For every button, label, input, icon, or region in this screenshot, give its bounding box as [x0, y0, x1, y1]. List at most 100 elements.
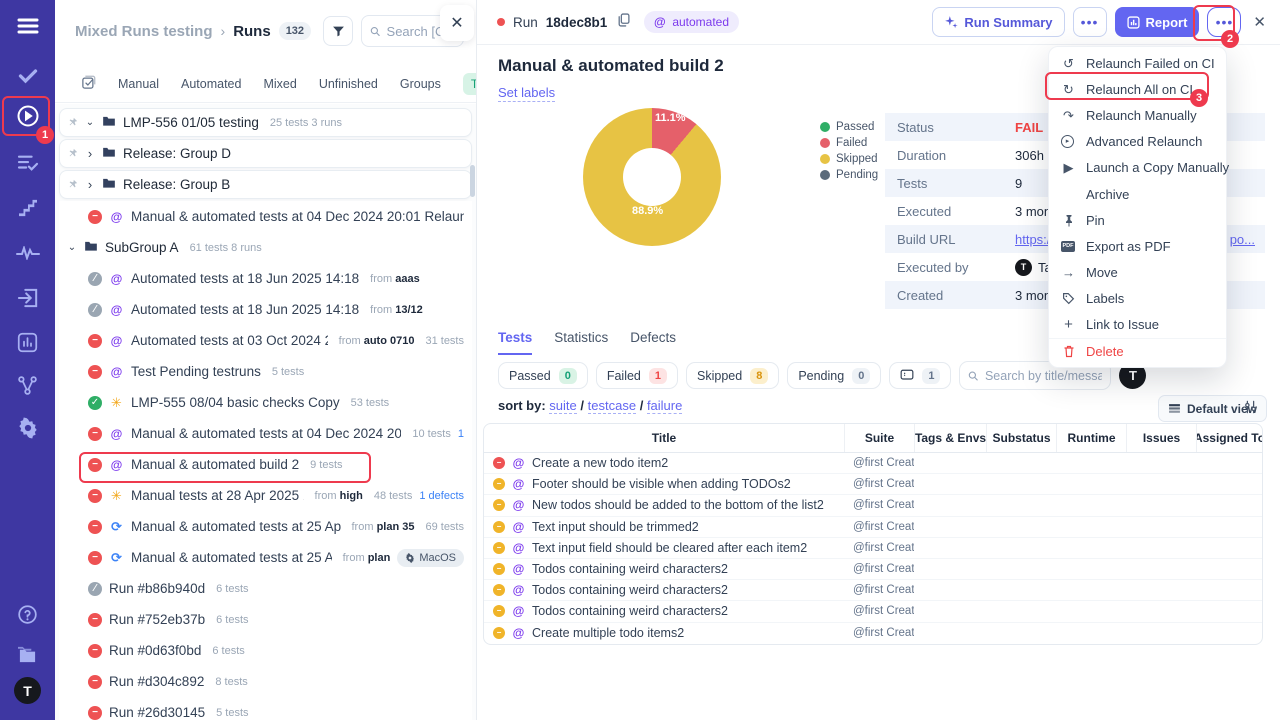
settings-gear-icon[interactable]	[0, 410, 55, 446]
analytics-chart-icon[interactable]	[0, 324, 55, 360]
run-list-item[interactable]: − Run #d304c892 8 tests	[59, 666, 472, 697]
menu-item-pin[interactable]: Pin	[1049, 207, 1226, 233]
test-plans-icon[interactable]	[0, 145, 55, 181]
test-row[interactable]: − @ Todos containing weird characters2 @fir…	[484, 580, 1262, 602]
breadcrumb-project[interactable]: Mixed Runs testing	[75, 23, 213, 40]
column-header-suite[interactable]: Suite	[844, 424, 914, 452]
run-list-item[interactable]: − @ Manual & automated build 2 9 tests	[59, 449, 472, 480]
menu-item-launch-a-copy-manually[interactable]: ▶ Launch a Copy Manually	[1049, 155, 1230, 181]
runs-list-scrollbar[interactable]	[470, 165, 475, 197]
run-defects-link[interactable]: 1	[458, 428, 464, 440]
test-row[interactable]: − @ Text input field should be cleared aft…	[484, 538, 1262, 559]
filter-chip-passed[interactable]: Passed 0	[498, 362, 588, 389]
run-list-item[interactable]: −@ Automated tests at 03 Oct 2024 20:25 fr…	[59, 325, 472, 356]
test-row[interactable]: − @ Todos containing weird characters2 @fir…	[484, 559, 1262, 581]
run-list-item[interactable]: ⁄ Run #b86b940d 6 tests	[59, 573, 472, 604]
run-list-item[interactable]: − @ Manual & automated tests at 04 Dec 202…	[59, 418, 472, 449]
run-list-item[interactable]: ⁄ @ Automated tests at 18 Jun 2025 14:18 fr…	[59, 294, 472, 325]
chevron-down-icon[interactable]: ⌄	[85, 117, 95, 128]
help-icon[interactable]	[0, 596, 55, 632]
run-list-item[interactable]: − Run #752eb37b 6 tests	[59, 604, 472, 635]
menu-item-archive[interactable]: Archive	[1049, 181, 1226, 207]
run-status-dot	[497, 18, 505, 26]
runs-tab-to[interactable]: To	[462, 73, 476, 95]
branches-icon[interactable]	[0, 367, 55, 403]
tab-statistics[interactable]: Statistics	[554, 330, 608, 355]
column-header-substatus[interactable]: Substatus	[986, 424, 1056, 452]
test-title: Create multiple todo items2	[532, 626, 685, 641]
menu-item-advanced-relaunch[interactable]: ▸ Advanced Relaunch	[1049, 129, 1226, 155]
filter-chip-skipped[interactable]: Skipped 8	[686, 362, 780, 389]
run-summary-button[interactable]: Run Summary	[932, 7, 1065, 37]
run-summary-more-button[interactable]: •••	[1072, 7, 1107, 37]
runs-tab-mixed[interactable]: Mixed	[263, 77, 296, 91]
tab-defects[interactable]: Defects	[630, 330, 676, 355]
report-button[interactable]: Report	[1114, 7, 1200, 37]
run-list-item[interactable]: −✳ Manual tests at 28 Apr 2025 16:50 from …	[59, 480, 472, 511]
test-row[interactable]: − @ New todos should be added to the botto…	[484, 495, 1262, 517]
milestones-stairs-icon[interactable]	[0, 190, 55, 226]
folder-list-item[interactable]: ⌄ SubGroup A 61 tests 8 runs	[59, 232, 472, 263]
sort-by-suite-link[interactable]: suite	[549, 398, 577, 414]
column-header-runtime[interactable]: Runtime	[1056, 424, 1126, 452]
run-list-item[interactable]: ⁄ @ Automated tests at 18 Jun 2025 14:18 fr…	[59, 263, 472, 294]
test-row[interactable]: − @ Todos containing weird characters2 @fir…	[484, 601, 1262, 623]
folder-list-item[interactable]: ⌄ LMP-556 01/05 testing 25 tests 3 runs	[59, 108, 472, 137]
test-row[interactable]: − @ Create multiple todo items2 @first Crea…	[484, 623, 1262, 644]
hamburger-menu-icon[interactable]	[0, 8, 55, 44]
chevron-down-icon[interactable]: ⌄	[67, 242, 77, 253]
run-defects-link[interactable]: 1 defects	[419, 490, 464, 502]
set-labels-link[interactable]: Set labels	[498, 85, 556, 102]
annotation-badge-step3: 3	[1190, 89, 1208, 107]
menu-item-delete[interactable]: Delete	[1049, 338, 1226, 364]
runs-tab-groups[interactable]: Groups	[400, 77, 441, 91]
run-list-item[interactable]: − Run #0d63f0bd 6 tests	[59, 635, 472, 666]
runs-tab-automated[interactable]: Automated	[181, 77, 241, 91]
pulse-activity-icon[interactable]	[0, 235, 55, 271]
column-header-title[interactable]: Title	[484, 424, 844, 452]
copy-run-id-icon[interactable]	[617, 12, 630, 32]
tests-check-icon[interactable]	[0, 58, 55, 94]
test-row[interactable]: − @ Text input should be trimmed2 @first Cr…	[484, 517, 1262, 538]
menu-item-export-as-pdf[interactable]: PDF Export as PDF	[1049, 233, 1226, 259]
test-filters-row: Passed0Failed1Skipped8Pending0 1 T	[498, 361, 1147, 390]
run-list-item[interactable]: − Run #26d30145 5 tests	[59, 697, 472, 720]
run-list-item[interactable]: −⟳ Manual & automated tests at 25 Apr 202…	[59, 542, 472, 573]
test-row[interactable]: − @ Footer should be visible when adding T…	[484, 474, 1262, 496]
user-avatar[interactable]: T	[14, 677, 41, 704]
column-settings-icon[interactable]	[1243, 399, 1258, 420]
run-list-item[interactable]: − @ Manual & automated tests at 04 Dec 202…	[59, 201, 472, 232]
menu-item-move[interactable]: → Move	[1049, 260, 1226, 286]
sort-by-failure-link[interactable]: failure	[646, 398, 683, 414]
runs-tab-manual[interactable]: Manual	[118, 77, 159, 91]
runs-tab-unfinished[interactable]: Unfinished	[319, 77, 378, 91]
build-url-link-continued[interactable]: po...	[1230, 232, 1265, 247]
folder-list-item[interactable]: › Release: Group B	[59, 170, 472, 199]
import-icon[interactable]	[0, 280, 55, 316]
menu-item-relaunch-failed-on-ci[interactable]: ↺ Relaunch Failed on CI	[1049, 50, 1226, 76]
close-panel-button[interactable]: ✕	[440, 5, 474, 41]
comments-filter-chip[interactable]: 1	[889, 362, 952, 389]
run-list-item[interactable]: ✓ ✳ LMP-555 08/04 basic checks Copy 53 test…	[59, 387, 472, 418]
tab-tests[interactable]: Tests	[498, 330, 533, 355]
select-all-icon[interactable]	[81, 75, 96, 93]
column-header-issues[interactable]: Issues	[1126, 424, 1196, 452]
menu-item-labels[interactable]: Labels	[1049, 286, 1226, 312]
build-url-link[interactable]: https:/	[1015, 232, 1050, 247]
filter-chip-pending[interactable]: Pending 0	[787, 362, 882, 389]
sort-by-testcase-link[interactable]: testcase	[587, 398, 637, 414]
chevron-right-icon[interactable]: ›	[85, 177, 95, 192]
close-details-icon[interactable]: ✕	[1253, 13, 1266, 31]
folder-list-item[interactable]: › Release: Group D	[59, 139, 472, 168]
column-header-assigned-to[interactable]: Assigned To	[1196, 424, 1262, 452]
menu-item-link-to-issue[interactable]: + Link to Issue	[1049, 312, 1226, 338]
filter-button[interactable]	[323, 16, 354, 46]
column-header-tags-envs[interactable]: Tags & Envs	[914, 424, 986, 452]
projects-folders-icon[interactable]	[0, 636, 55, 672]
chevron-right-icon[interactable]: ›	[85, 146, 95, 161]
run-list-item[interactable]: −⟳ Manual & automated tests at 25 Apr 202…	[59, 511, 472, 542]
test-row[interactable]: −@ Create a new todo item2 @first Create .…	[484, 453, 1262, 475]
filter-chip-failed[interactable]: Failed 1	[595, 362, 678, 389]
folder-title: LMP-556 01/05 testing	[123, 115, 259, 130]
run-list-item[interactable]: − @ Test Pending testruns 5 tests	[59, 356, 472, 387]
